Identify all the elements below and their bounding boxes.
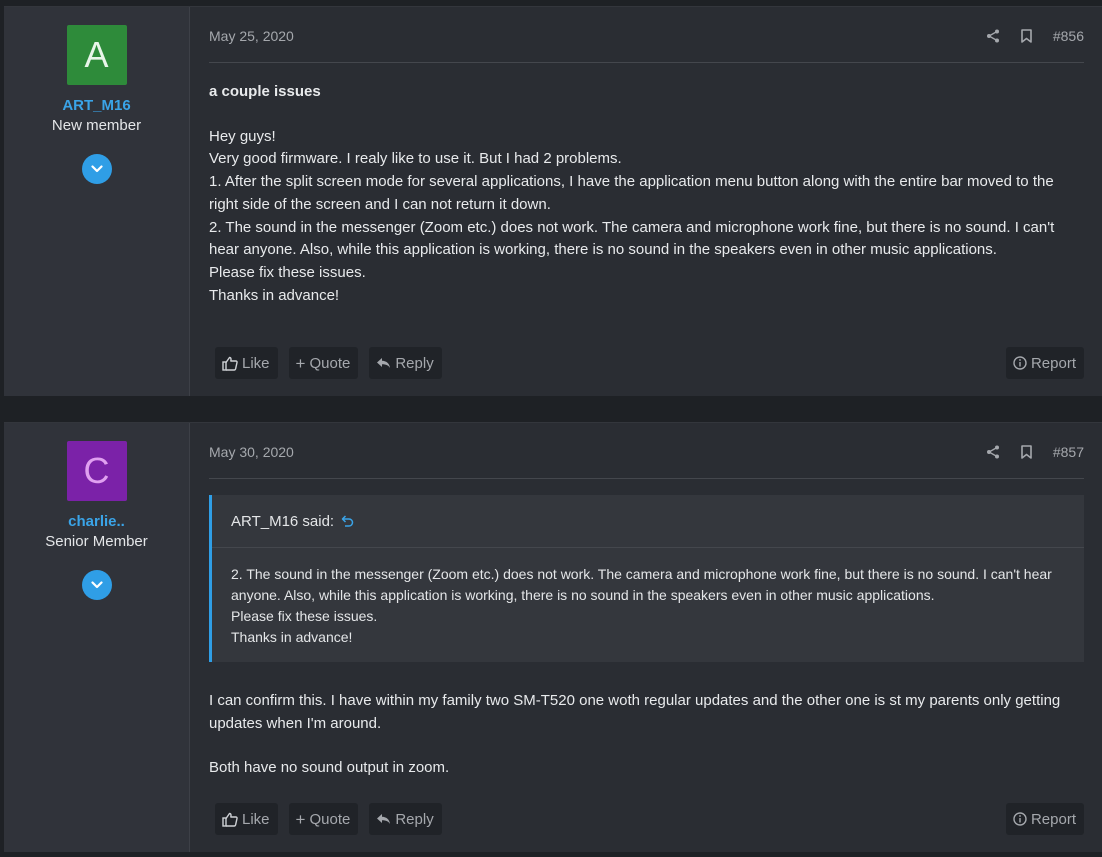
bookmark-icon [1021,444,1032,459]
message-line: Please fix these issues. [209,263,366,281]
quote-label: Quote [309,810,351,828]
post-message: I can confirm this. I have within my fam… [209,690,1084,780]
user-title: Senior Member [45,533,148,550]
quote-line: Thanks in advance! [231,629,353,645]
post-attribution: May 25, 2020 #856 [209,7,1084,63]
bookmark-icon [1021,28,1032,43]
user-extras-toggle-button[interactable] [81,570,112,600]
quote-line: 2. The sound in the messenger (Zoom etc.… [231,566,1052,603]
thumbs-up-icon [222,812,238,827]
message-line: Thanks in advance! [209,286,340,304]
bookmark-button[interactable] [1010,444,1043,459]
quote-header: ART_M16 said: [212,495,1084,548]
report-label: Report [1030,354,1076,372]
quote-line: Please fix these issues. [231,608,378,624]
message-line: Very good firmware. I realy like to use … [209,150,622,168]
share-button[interactable] [977,29,1010,43]
report-button[interactable]: Report [1005,347,1084,379]
quote-button[interactable]: + Quote [288,803,359,835]
like-button[interactable]: Like [215,803,278,835]
chevron-down-icon [90,165,103,173]
post-856: A ART_M16 New member May 25, 2020 #856 a… [4,6,1102,396]
info-circle-icon [1013,812,1027,826]
share-icon [987,445,1000,458]
like-button[interactable]: Like [215,347,278,379]
post-attribution: May 30, 2020 #857 [209,423,1084,479]
info-circle-icon [1013,356,1027,370]
thumbs-up-icon [222,356,238,371]
report-button[interactable]: Report [1005,803,1084,835]
post-number-link[interactable]: #856 [1053,28,1084,44]
thread-title: a couple issues [209,83,321,100]
plus-icon: + [295,809,306,829]
reply-icon [377,814,391,824]
post-main-cell: May 25, 2020 #856 a couple issues Hey gu… [190,7,1102,396]
like-label: Like [242,354,270,372]
post-actions: Like + Quote Reply Report [215,803,1084,835]
username[interactable]: charlie.. [68,513,125,530]
report-label: Report [1030,810,1076,828]
reply-button[interactable]: Reply [369,347,442,379]
post-857: C charlie.. Senior Member May 30, 2020 #… [4,422,1102,852]
share-button[interactable] [977,445,1010,459]
like-label: Like [242,810,270,828]
user-title: New member [51,117,142,134]
post-message: Hey guys! Very good firmware. I realy li… [209,126,1084,308]
quote-button[interactable]: + Quote [288,347,359,379]
return-arrow-icon[interactable] [340,514,354,528]
reply-label: Reply [395,810,434,828]
quote-author[interactable]: ART_M16 said: [231,513,334,530]
avatar[interactable]: A [66,25,127,85]
post-date[interactable]: May 30, 2020 [209,444,294,460]
reply-icon [377,358,391,368]
user-extras-toggle-button[interactable] [81,154,112,184]
reply-button[interactable]: Reply [369,803,442,835]
avatar[interactable]: C [66,441,127,501]
post-date[interactable]: May 25, 2020 [209,28,294,44]
reply-label: Reply [395,354,434,372]
share-icon [987,29,1000,42]
quote-label: Quote [309,354,351,372]
quote-content: 2. The sound in the messenger (Zoom etc.… [212,548,1084,662]
message-line: Hey guys! [209,127,276,145]
username[interactable]: ART_M16 [62,97,130,114]
chevron-down-icon [90,581,103,589]
message-paragraph: I can confirm this. I have within my fam… [209,692,1061,732]
message-paragraph: Both have no sound output in zoom. [209,759,450,777]
quote-block: ART_M16 said: 2. The sound in the messen… [209,495,1084,662]
message-line: 1. After the split screen mode for sever… [209,173,1054,213]
message-line: 2. The sound in the messenger (Zoom etc.… [209,218,1055,259]
bookmark-button[interactable] [1010,28,1043,43]
post-actions: Like + Quote Reply Report [215,347,1084,379]
post-user-cell: C charlie.. Senior Member [4,423,190,852]
post-number-link[interactable]: #857 [1053,444,1084,460]
post-user-cell: A ART_M16 New member [4,7,190,396]
post-main-cell: May 30, 2020 #857 ART_M16 said: 2. The s… [190,423,1102,852]
plus-icon: + [295,353,306,373]
